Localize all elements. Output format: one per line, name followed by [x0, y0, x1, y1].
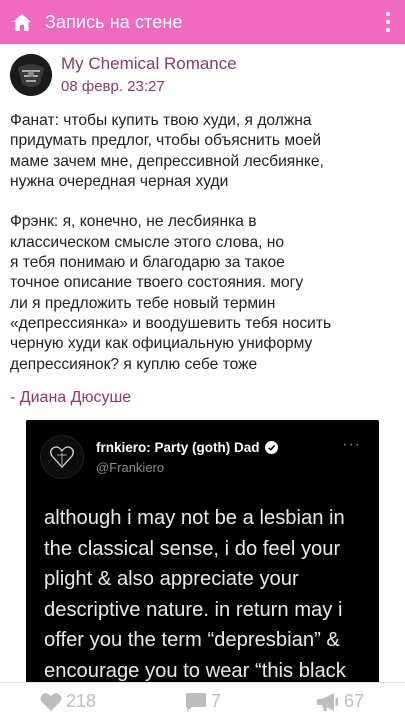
- heart-icon: [40, 693, 62, 711]
- home-icon[interactable]: [13, 13, 31, 31]
- verified-icon: [264, 441, 278, 454]
- post-actions-bar: 218 7 67: [0, 682, 405, 720]
- repost-count: 67: [344, 691, 365, 711]
- post-text: Фанат: чтобы купить твою худи, я должна …: [10, 112, 332, 373]
- post-header: My Chemical Romance 08 февр. 23:27: [10, 52, 237, 98]
- tweet-text: although i may not be a lesbian in the c…: [44, 507, 346, 682]
- repost-button[interactable]: 67: [316, 691, 364, 712]
- post-author[interactable]: My Chemical Romance: [61, 54, 237, 74]
- post-signature: - Диана Дюсуше: [10, 389, 132, 406]
- post-timestamp: 08 февр. 23:27: [61, 77, 165, 95]
- like-count: 218: [66, 691, 97, 711]
- like-button[interactable]: 218: [40, 691, 96, 712]
- tweet-screenshot-image[interactable]: frnkiero: Party (goth) Dad @Frankiero ··…: [26, 420, 379, 685]
- page-title: Запись на стене: [45, 11, 183, 32]
- avatar[interactable]: [10, 54, 52, 96]
- megaphone-icon: [317, 692, 338, 711]
- tweet-more-icon: ···: [342, 436, 361, 453]
- comment-button[interactable]: 7: [185, 691, 221, 712]
- comment-count: 7: [211, 691, 222, 711]
- app-bar: Запись на стене: [0, 0, 405, 44]
- heart-avatar-icon: [40, 435, 84, 479]
- tweet-handle: @Frankiero: [96, 460, 165, 475]
- tweet-author-name: frnkiero: Party (goth) Dad: [96, 440, 278, 455]
- more-vertical-icon[interactable]: [385, 12, 391, 32]
- comment-icon: [186, 692, 206, 711]
